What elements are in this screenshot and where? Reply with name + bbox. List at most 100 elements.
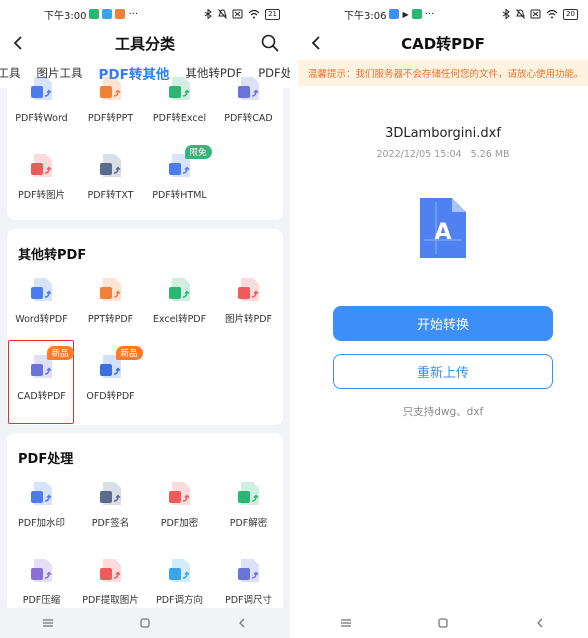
file-name: 3DLamborgini.dxf [385,126,501,141]
no-sim-icon [232,9,243,19]
play-icon: ▶ [402,9,409,19]
file-size: 5.26 MB [470,149,510,160]
pdf-process-card: PDF处理 PDF加水印 PDF签名 PDF加密 PDF解密 PDF压缩 PDF提取图片 P… [7,433,283,613]
tool-icon [96,479,126,509]
wifi-icon [546,9,558,19]
tool-item[interactable]: 新品 OFD转PDF [76,344,145,420]
tool-label: PDF加密 [160,518,199,529]
tool-icon [234,275,264,305]
tool-icon [27,275,57,305]
tool-category-screen: 下午3:00 ··· 21 工具分类 码工具 图片工具 PDF转其他 其他转PD… [0,0,290,638]
tool-badge: 限免 [184,145,212,159]
nav-back-icon[interactable] [533,616,547,630]
tool-label: PDF转TXT [87,190,134,201]
tool-label: PDF提取图片 [82,595,139,606]
cad-file-letter: A [434,220,451,245]
wifi-icon [248,9,260,19]
tool-label: PDF转Excel [152,113,207,124]
tool-icon [27,74,57,104]
tool-label: Excel转PDF [152,314,207,325]
tool-icon [165,556,195,586]
tool-label: PDF签名 [91,518,130,529]
status-time: 下午3:06 [344,10,387,22]
bluetooth-icon [502,9,510,19]
app-bar: 工具分类 [0,28,290,58]
section-title: 其他转PDF [18,248,87,263]
tool-icon: 限免 [165,145,212,181]
tool-label: OFD转PDF [86,391,135,402]
tool-label: PDF加水印 [17,518,65,529]
screen-divider [290,0,298,638]
status-bar: 下午3:06 ▶ ··· 20 [298,0,588,28]
tool-item[interactable]: PDF加水印 [7,471,76,547]
tool-label: PDF调方向 [155,595,203,606]
tool-badge: 新品 [115,346,143,360]
tool-label: PDF压缩 [22,595,61,606]
cad-to-pdf-screen: 下午3:06 ▶ ··· 20 CAD转PDF 温馨提示：我们服务器不会存储任何… [298,0,588,638]
status-bar: 下午3:00 ··· 21 [0,0,290,28]
more-notifications-icon: ··· [424,8,435,20]
tool-item[interactable]: 限免 PDF转HTML [145,143,214,219]
home-icon[interactable] [138,616,152,630]
page-title: 工具分类 [114,34,175,53]
bluetooth-icon [204,9,212,19]
nav-back-icon[interactable] [235,616,249,630]
tool-label: 图片转PDF [224,314,272,325]
menu-icon[interactable] [41,616,55,630]
no-sim-icon [530,9,541,19]
tool-icon [96,151,126,181]
app-notification-icon [411,9,422,19]
tool-icon [234,74,264,104]
supported-formats: 只支持dwg、dxf [402,406,484,418]
tool-label: PDF转图片 [17,190,65,201]
tool-item[interactable]: PDF签名 [76,471,145,547]
tool-label: PDF转PPT [87,113,134,124]
back-icon[interactable] [10,34,28,52]
tool-icon [27,556,57,586]
pdf-to-other-card: PDF转Word PDF转PPT PDF转Excel PDF转CAD PDF转图片 PDF… [7,77,283,220]
menu-icon[interactable] [339,616,353,630]
tool-badge: 新品 [46,346,74,360]
app-bar: CAD转PDF [298,28,588,58]
cad-file-icon: A [420,198,466,258]
more-notifications-icon: ··· [128,8,139,20]
tool-icon: 新品 [96,346,143,382]
tool-icon [27,479,57,509]
tool-label: PDF转CAD [224,113,273,124]
tool-label: PDF解密 [229,518,268,529]
tool-item[interactable]: PDF转TXT [76,143,145,219]
tool-item[interactable]: PDF转CAD [214,66,283,142]
section-title: PDF处理 [18,452,74,467]
tool-label: PPT转PDF [87,314,134,325]
search-icon[interactable] [260,33,280,53]
tool-item[interactable]: PDF转PPT [76,66,145,142]
tool-icon [234,479,264,509]
file-date: 2022/12/05 15:04 [376,149,462,160]
system-nav-bar [298,608,588,638]
tool-icon [96,275,126,305]
tool-icon [96,556,126,586]
tool-item[interactable]: PPT转PDF [76,267,145,343]
tool-icon [27,151,57,181]
tool-label: PDF转HTML [152,190,207,201]
tool-item[interactable]: PDF转图片 [7,143,76,219]
app-notification-icon [115,9,126,19]
tool-item[interactable]: PDF解密 [214,471,283,547]
tool-icon [165,479,195,509]
tool-item[interactable]: PDF转Word [7,66,76,142]
tool-label: PDF调尺寸 [224,595,272,606]
tool-label: PDF转Word [15,113,68,124]
tool-item[interactable]: 图片转PDF [214,267,283,343]
reupload-button[interactable]: 重新上传 [333,354,553,389]
tool-item[interactable]: Excel转PDF [145,267,214,343]
file-meta: 2022/12/05 15:04 5.26 MB [298,149,588,160]
home-icon[interactable] [436,616,450,630]
mute-icon [516,9,525,19]
start-convert-button[interactable]: 开始转换 [333,306,553,341]
tool-item[interactable]: PDF加密 [145,471,214,547]
back-icon[interactable] [308,34,326,52]
tool-item[interactable]: Word转PDF [7,267,76,343]
tool-item[interactable]: 新品 CAD转PDF [7,340,76,424]
battery-indicator: 21 [265,8,280,20]
tool-item[interactable]: PDF转Excel [145,66,214,142]
